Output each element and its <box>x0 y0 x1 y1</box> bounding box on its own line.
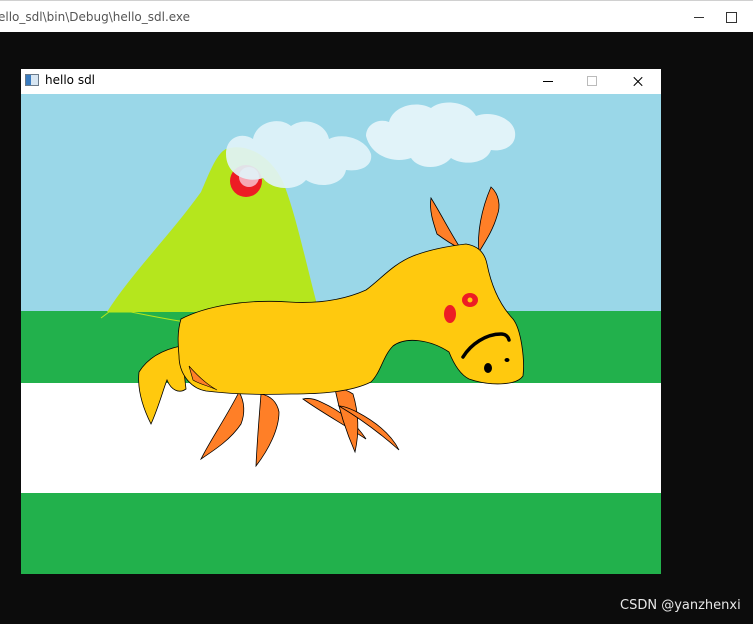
sdl-window: hello sdl <box>21 69 661 574</box>
grass-lower <box>21 493 661 574</box>
sdl-render-canvas <box>21 94 661 574</box>
maximize-button[interactable] <box>569 69 615 94</box>
horse-nostril <box>484 363 492 373</box>
sky <box>21 94 661 312</box>
minimize-button[interactable] <box>525 69 571 94</box>
console-minimize-button[interactable] <box>686 5 714 29</box>
console-title: ello_sdl\bin\Debug\hello_sdl.exe <box>0 10 191 24</box>
csdn-watermark: CSDN @yanzhenxi <box>620 598 741 613</box>
console-titlebar: ello_sdl\bin\Debug\hello_sdl.exe <box>0 0 753 32</box>
horse-nostril-small <box>504 358 510 362</box>
horse-eye-upper-pupil <box>467 297 473 303</box>
app-window-icon <box>25 74 39 86</box>
close-button[interactable] <box>615 69 661 94</box>
sdl-titlebar[interactable]: hello sdl <box>21 69 661 94</box>
horse-eye-lower <box>444 305 456 323</box>
sdl-window-title: hello sdl <box>45 73 96 87</box>
console-maximize-button[interactable] <box>718 5 746 29</box>
